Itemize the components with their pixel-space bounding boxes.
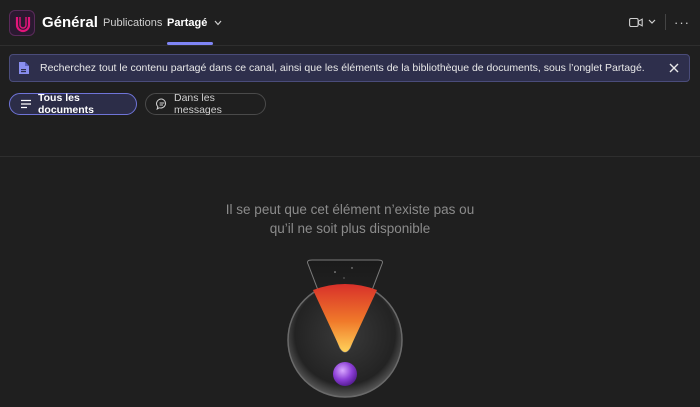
close-banner-button[interactable] [667,61,681,75]
header-actions: ··· [629,14,690,30]
exclamation-illustration-icon [287,259,403,398]
channel-header: Général Publications Partagé ··· [0,0,700,46]
tab-partage[interactable]: Partagé [167,17,222,29]
chevron-down-icon [648,19,656,24]
empty-state-line-2: qu’il ne soit plus disponible [269,221,431,236]
tab-publications[interactable]: Publications [103,17,162,29]
team-logo-icon [15,17,31,33]
filter-all-documents-label: Tous les documents [38,92,95,116]
exclamation-illustration [280,250,410,407]
team-logo[interactable] [9,10,35,36]
video-camera-icon [629,17,643,27]
info-banner: Recherchez tout le contenu partagé dans … [9,54,690,82]
empty-state-message: Il se peut que cet élément n’existe pas … [150,200,550,238]
header-separator [665,14,666,30]
meet-button[interactable] [629,17,657,28]
list-icon [20,99,32,109]
tab-publications-label: Publications [103,17,163,29]
filter-in-messages[interactable]: Dans les messages [145,92,266,116]
close-icon [669,63,679,73]
content-divider [0,156,700,157]
empty-state-line-1: Il se peut que cet élément n’existe pas … [225,202,475,217]
filter-all-documents[interactable]: Tous les documents [9,92,137,116]
active-tab-indicator [167,42,213,45]
tab-partage-label: Partagé [167,17,208,29]
filter-in-messages-label: Dans les messages [174,92,222,116]
channel-title: Général [42,14,98,31]
chat-bubble-icon [156,98,168,110]
chevron-down-icon [214,18,222,28]
more-options-button[interactable]: ··· [674,15,690,30]
document-library-icon [18,61,32,75]
banner-text: Recherchez tout le contenu partagé dans … [40,62,645,74]
